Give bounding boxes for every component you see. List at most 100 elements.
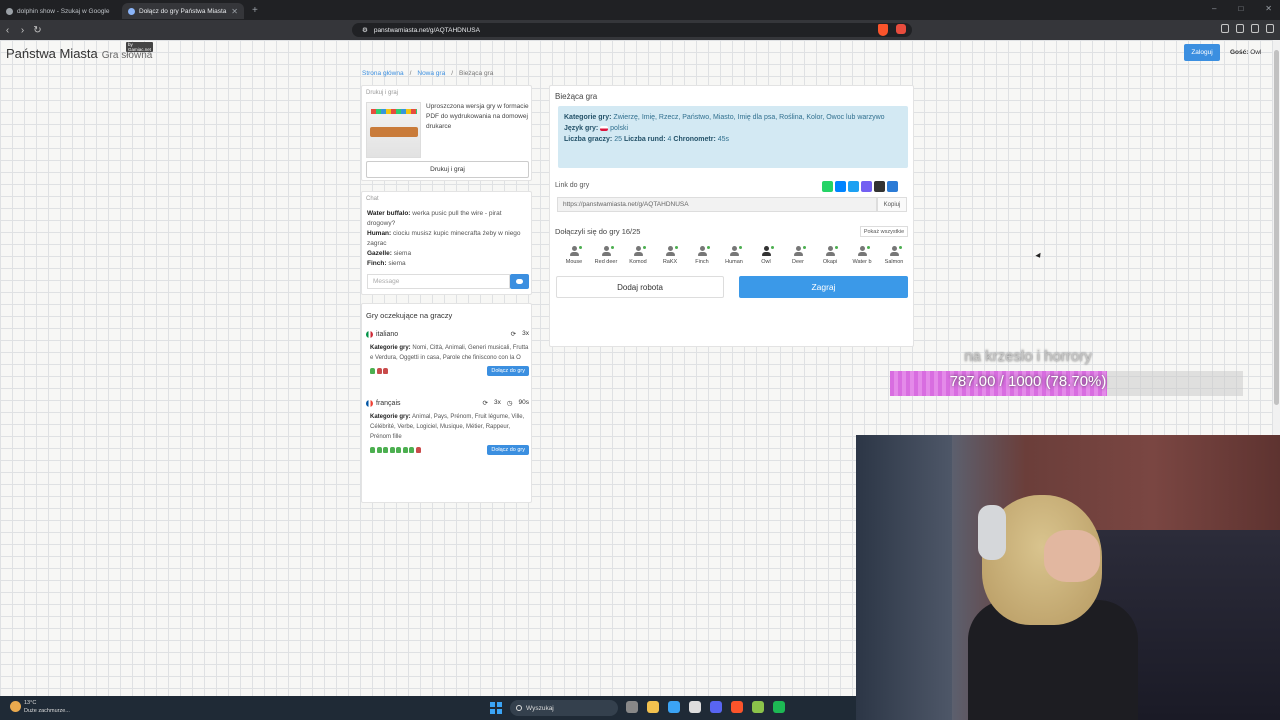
viber-share-icon[interactable] [861, 181, 872, 192]
players-count-value: 25 [614, 136, 622, 143]
forward-icon[interactable]: › [15, 25, 30, 36]
breadcrumb-separator: / [451, 70, 454, 77]
close-tab-icon[interactable]: ✕ [231, 7, 238, 16]
breadcrumb: Strona główna / Nowa gra / Bieżąca gra [362, 70, 493, 77]
brave-icon[interactable] [731, 701, 743, 713]
game-link-field[interactable]: https://panstwamiasta.net/g/AQTAHDNUSA [557, 197, 877, 212]
store-icon[interactable] [668, 701, 680, 713]
add-robot-button[interactable]: Dodaj robota [556, 276, 724, 298]
reload-icon[interactable]: ↻ [30, 25, 45, 36]
breadcrumb-home[interactable]: Strona główna [362, 70, 404, 77]
sidebar-icon[interactable] [1236, 24, 1244, 33]
snapchat-share-icon[interactable] [874, 181, 885, 192]
player-slot-filled-icon [409, 447, 414, 453]
menu-icon[interactable] [1266, 24, 1274, 33]
maximize-icon[interactable]: □ [1238, 4, 1243, 13]
task-view-icon[interactable] [626, 701, 638, 713]
game-header: français ⟳ 3x ◷ 90s [366, 399, 529, 407]
game-language-row: Język gry: polski [564, 123, 902, 134]
login-button[interactable]: Zaloguj [1184, 44, 1220, 61]
join-game-button[interactable]: Dołącz do gry [487, 445, 529, 455]
spotify-icon[interactable] [773, 701, 785, 713]
game-header: italiano ⟳ 3x [366, 330, 529, 338]
discord-icon[interactable] [710, 701, 722, 713]
waiting-game-french: français ⟳ 3x ◷ 90s Kategorie gry: Anima… [366, 399, 529, 455]
print-button[interactable]: Drukuj i graj [366, 161, 529, 178]
print-thumbnail[interactable] [366, 102, 421, 158]
close-window-icon[interactable]: ✕ [1265, 4, 1272, 13]
game-link-label: Link do gry [555, 182, 590, 189]
player-item: Mouse [558, 246, 590, 265]
tab-title: Dołącz do gry Państwa Miasta [139, 7, 227, 15]
scrollbar-thumb[interactable] [1274, 50, 1279, 405]
whatsapp-share-icon[interactable] [822, 181, 833, 192]
minimize-icon[interactable]: – [1212, 4, 1216, 13]
player-name: Red deer [594, 259, 618, 265]
player-avatar-icon [665, 246, 676, 257]
player-item: Finch [686, 246, 718, 265]
weather-widget[interactable]: 13°C Duże zachmurze... [10, 699, 70, 715]
chat-title: Chat [366, 196, 379, 202]
player-item: Human [718, 246, 750, 265]
game-rounds: 3x [522, 330, 529, 337]
player-avatar-icon [793, 246, 804, 257]
site-favicon-icon [128, 7, 135, 15]
players-list: Mouse Red deer Komod RaKX Finch Human Owl Deer O… [558, 246, 910, 265]
chat-message-input[interactable]: Message [367, 274, 510, 289]
online-status-icon [675, 246, 678, 249]
rounds-value: 4 [667, 136, 672, 143]
player-name: Komod [629, 259, 647, 265]
app-icon[interactable] [752, 701, 764, 713]
join-game-button[interactable]: Dołącz do gry [487, 366, 529, 376]
site-title: Państwa Miasta [6, 46, 98, 61]
goal-text: na krzeslo i horrory [964, 348, 1092, 365]
player-name: RaKX [662, 259, 678, 265]
player-avatar-icon [633, 246, 644, 257]
player-name: Okapi [822, 259, 838, 265]
show-all-button[interactable]: Pokaż wszystkie [860, 226, 908, 237]
player-item: Water b [846, 246, 878, 265]
player-slot-empty-icon [415, 447, 421, 453]
back-icon[interactable]: ‹ [0, 25, 15, 36]
game-categories-row: Kategorie gry: Zwierzę, Imię, Rzecz, Pań… [564, 112, 902, 123]
extensions-icon[interactable] [1221, 24, 1229, 33]
webcam-headphones [978, 505, 1006, 560]
categories-label: Kategorie gry: [564, 114, 612, 121]
game-language: français [376, 399, 401, 407]
brave-rewards-icon[interactable] [896, 24, 906, 34]
chat-send-button[interactable] [510, 274, 529, 289]
chrome-icon[interactable] [689, 701, 701, 713]
player-item: Komod [622, 246, 654, 265]
new-tab-icon[interactable]: + [252, 5, 258, 16]
play-button[interactable]: Zagraj [739, 276, 908, 298]
brave-shield-icon[interactable] [878, 24, 888, 36]
wallet-icon[interactable] [1251, 24, 1259, 33]
twitter-share-icon[interactable] [848, 181, 859, 192]
players-count-label: Liczba graczy: [564, 136, 613, 143]
player-slot-empty-icon [376, 368, 382, 374]
chat-author: Water buffalo: [367, 210, 411, 217]
windows-start-icon[interactable] [490, 702, 502, 714]
site-info-icon[interactable]: ⚙ [362, 26, 368, 34]
online-status-icon [867, 246, 870, 249]
waiting-games-title: Gry oczekujące na graczy [366, 311, 453, 320]
site-logo[interactable]: Państwa Miasta Gra słowna by Gamiac.net [6, 42, 153, 61]
browser-tab-google[interactable]: dolphin show - Szukaj w Google [0, 3, 122, 19]
online-status-icon [611, 246, 614, 249]
game-timer: 90s [518, 399, 529, 406]
messenger-share-icon[interactable] [835, 181, 846, 192]
browser-tab-game[interactable]: Dołącz do gry Państwa Miasta ✕ [122, 3, 244, 19]
taskbar-search[interactable]: Wyszukaj [510, 700, 618, 716]
more-share-icon[interactable] [887, 181, 898, 192]
player-item: Salmon [878, 246, 910, 265]
player-name: Water b [852, 259, 872, 265]
categories-label: Kategorie gry: [370, 414, 411, 420]
file-explorer-icon[interactable] [647, 701, 659, 713]
address-bar[interactable]: ⚙ panstwamiasta.net/g/AQTAHDNUSA [352, 23, 912, 37]
breadcrumb-new-game[interactable]: Nowa gra [417, 70, 445, 77]
copy-link-button[interactable]: Kopiuj [877, 197, 907, 212]
player-avatar-icon [889, 246, 900, 257]
timer-label: Chronometr: [673, 136, 716, 143]
online-status-icon [803, 246, 806, 249]
player-slot-filled-icon [383, 447, 388, 453]
